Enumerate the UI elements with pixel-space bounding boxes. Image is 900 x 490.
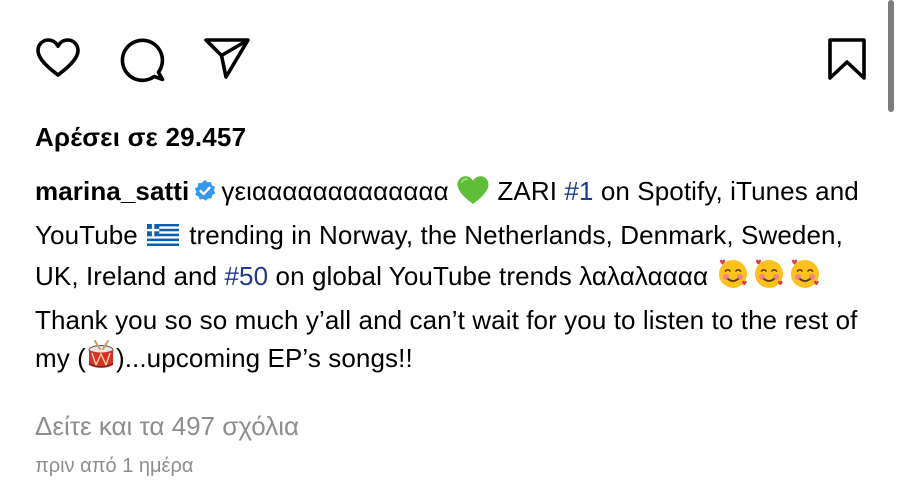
view-all-comments-link[interactable]: Δείτε και τα 497 σχόλια bbox=[35, 411, 299, 442]
caption-text: ZARI bbox=[490, 176, 565, 206]
paper-plane-icon bbox=[204, 38, 250, 79]
caption-text: on global YouTube trends λαλαλαααα bbox=[268, 261, 716, 291]
caption-text: γειααααααααααααα bbox=[221, 176, 449, 206]
bookmark-outline-icon bbox=[828, 38, 866, 80]
smiling-face-with-hearts-icon bbox=[787, 256, 823, 301]
post-timestamp: πριν από 1 ημέρα bbox=[35, 455, 194, 477]
share-button[interactable] bbox=[203, 36, 251, 80]
drum-icon bbox=[86, 340, 116, 383]
greece-flag-icon bbox=[147, 218, 180, 257]
speech-bubble-icon bbox=[120, 38, 165, 83]
hashtag-link[interactable]: #1 bbox=[564, 176, 593, 206]
like-button[interactable] bbox=[35, 37, 81, 79]
caption-username[interactable]: marina_satti bbox=[35, 176, 189, 206]
smiling-face-with-hearts-icon bbox=[715, 256, 751, 301]
smiling-face-with-hearts-icon bbox=[751, 256, 787, 301]
green-heart-icon bbox=[456, 175, 490, 216]
scrollbar[interactable] bbox=[888, 0, 894, 112]
caption-text: )...upcoming EP’s songs!! bbox=[115, 343, 413, 373]
heart-outline-icon bbox=[36, 38, 80, 77]
like-count[interactable]: Αρέσει σε 29.457 bbox=[35, 122, 246, 153]
post-action-bar bbox=[0, 0, 900, 120]
post-caption: marina_satti γειααααααααααααα ZARI #1 on … bbox=[35, 172, 875, 383]
hashtag-link[interactable]: #50 bbox=[225, 261, 269, 291]
verified-badge-icon bbox=[193, 175, 217, 214]
save-button[interactable] bbox=[826, 37, 868, 81]
comment-button[interactable] bbox=[118, 37, 166, 83]
